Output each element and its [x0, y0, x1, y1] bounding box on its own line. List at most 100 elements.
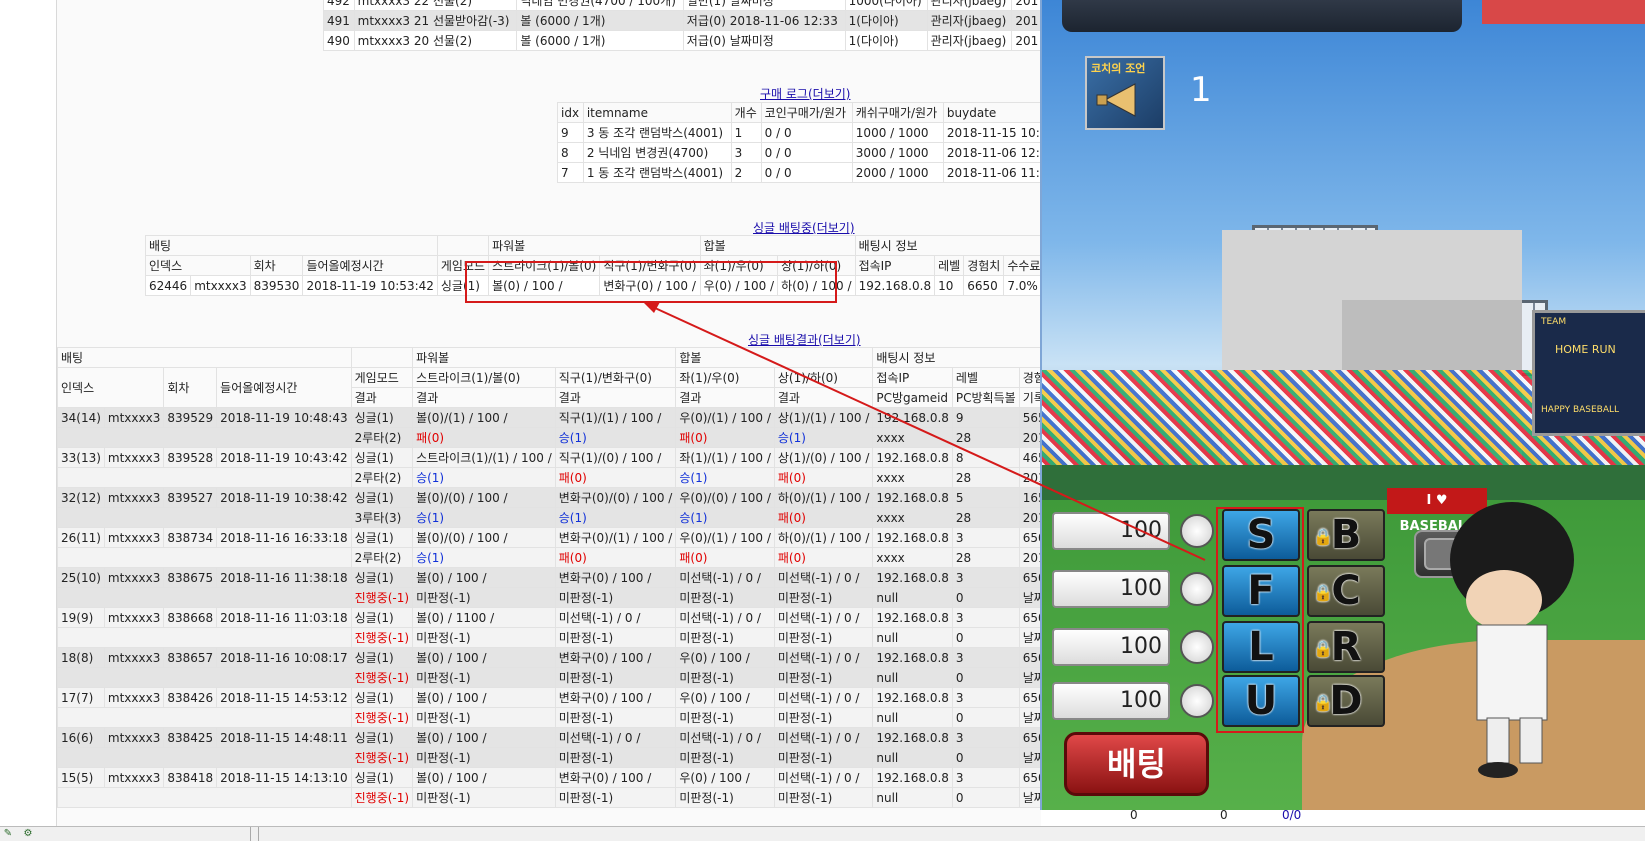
lock-icon: 🔒 [1313, 693, 1333, 712]
table-row: 491 mtxxxx3 21 선물받아감(-3) 볼 (6000 / 1개) 저급(0… [323, 10, 1043, 31]
table-cell: 839527 [163, 487, 218, 508]
bet-amount-field-4[interactable]: 100 [1052, 682, 1170, 720]
table-header-cell: 상(1)/하(0) [773, 367, 874, 388]
table-cell: 28 [951, 547, 1020, 568]
table-cell: 490 [323, 30, 355, 51]
table-cell: 839528 [163, 447, 218, 468]
table-cell [57, 547, 352, 568]
table-header-row: idx itemname 개수 코인구매가/원가 캐쉬구매가/원가 buydate [557, 102, 1048, 123]
table-cell [57, 467, 352, 488]
table-cell: 2루타(2) [350, 467, 414, 488]
table-cell: 2 [730, 162, 762, 183]
table-row-result: 2루타(2)승(1)패(0)패(0)패(0)xxxx282018-1 [57, 547, 1071, 568]
table-header-cell: 회차 [249, 255, 304, 276]
purchase-log-link[interactable]: 구매 로그(더보기) [760, 85, 850, 102]
table-cell: 볼(0)/(0) / 100 / [412, 487, 556, 508]
table-cell: 33(13) [57, 447, 105, 468]
table-cell: 3 [951, 607, 1020, 628]
game-window: 코치의 조언 1 TEAM HOME RUN HAPPY BASEBALL I … [1040, 0, 1645, 810]
table-row: 492 mtxxxx3 22 선물(2) 닉네임 변경권(4700 / 100개) 일… [323, 0, 1043, 11]
table-cell: 5 [951, 487, 1020, 508]
table-row: 25(10) mtxxxx3 838675 2018-11-16 11:38:18 싱글… [57, 567, 1071, 588]
table-cell: xxxx [872, 507, 953, 528]
curveball-button[interactable]: 🔒 C [1307, 565, 1385, 617]
table-cell: 1(다이아) [844, 30, 928, 51]
baseball-icon [1180, 572, 1214, 606]
table-cell: null [872, 787, 953, 808]
bet-button[interactable]: 배팅 [1064, 732, 1209, 796]
table-cell: 0 [951, 587, 1020, 608]
table-cell: 싱글(1) [350, 447, 414, 468]
table-cell: 3 [951, 527, 1020, 548]
table-cell: 839530 [249, 275, 304, 296]
table-cell: 우(0)/(1) / 100 / [675, 527, 775, 548]
table-header-row: 인덱스 회차 들어올예정시간 게임모드 스트라이크(1)/볼(0) 직구(1)/변화구(0… [56, 367, 1071, 408]
table-group-header-cell: 파워볼 [412, 347, 677, 368]
table-row: 490 mtxxxx3 20 선물(2) 볼 (6000 / 1개) 저급(0) 날짜… [323, 30, 1043, 51]
table-cell: null [872, 747, 953, 768]
table-cell: 839529 [163, 407, 218, 428]
table-cell: mtxxxx3 22 선물(2) [353, 0, 518, 11]
table-cell: 미선택(-1) / 0 / [675, 567, 775, 588]
table-cell: mtxxxx3 [103, 567, 165, 588]
bet-amount-field-1[interactable]: 100 [1052, 512, 1170, 550]
coach-advice-label: 코치의 조언 [1091, 62, 1146, 75]
table-cell: 승(1) [675, 467, 775, 488]
table-cell: 2루타(2) [350, 427, 414, 448]
table-cell [57, 427, 352, 448]
table-cell: 2018-11-19 10:43:42 [216, 447, 352, 468]
table-header-cell: 경험치 [963, 255, 1005, 276]
table-cell: 838426 [163, 687, 218, 708]
bottom-value-2: 0 [1220, 808, 1228, 822]
bet-amount-field-2[interactable]: 100 [1052, 570, 1170, 608]
table-row-result: 진행중(-1) 미판정(-1) 미판정(-1) 미판정(-1) 미판정(-1) null 0… [57, 747, 1071, 768]
gift-log-table: 492 mtxxxx3 22 선물(2) 닉네임 변경권(4700 / 100개) 일… [323, 0, 1043, 51]
table-cell: 0 [951, 787, 1020, 808]
single-betting-link[interactable]: 싱글 배팅중(더보기) [753, 219, 855, 236]
table-cell: 변화구(0) / 100 / [554, 567, 677, 588]
right-button-label: R [1330, 624, 1362, 670]
table-header-cell: 좌(1)/우(0) [675, 367, 775, 388]
table-cell: 미판정(-1) [554, 707, 677, 728]
table-cell: mtxxxx3 [103, 607, 165, 628]
table-cell: 8 [557, 142, 584, 163]
table-cell: 201 [1011, 0, 1043, 11]
table-cell: 1(다이아) [844, 10, 928, 31]
highlight-box-picks [1216, 507, 1304, 733]
table-cell: 3 [951, 567, 1020, 588]
table-header-cell: 결과 [773, 387, 874, 408]
table-cell: 미판정(-1) [773, 587, 874, 608]
coach-advice-button[interactable]: 코치의 조언 [1085, 56, 1165, 130]
table-cell: 저급(0) 날짜미정 [682, 30, 846, 51]
bet-amount-field-3[interactable]: 100 [1052, 628, 1170, 666]
table-cell: xxxx [872, 547, 953, 568]
table-cell: 838734 [163, 527, 218, 548]
table-cell: 미선택(-1) / 0 / [675, 607, 775, 628]
table-cell: 3 동 조각 랜덤박스(4001) [582, 122, 732, 143]
ball-button-label: B [1330, 512, 1362, 558]
table-cell: 싱글(1) [350, 607, 414, 628]
table-cell: 상(1)/(1) / 100 / [773, 407, 874, 428]
table-cell: 34(14) [57, 407, 105, 428]
ball-button[interactable]: 🔒 B [1307, 509, 1385, 561]
table-cell: 관리자(jbaeg) [926, 30, 1013, 51]
table-cell: 우(0) / 100 / [675, 767, 775, 788]
table-row: 16(6) mtxxxx3 838425 2018-11-15 14:48:11 싱글(… [57, 727, 1071, 748]
bottom-value-3: 0/0 [1282, 808, 1302, 822]
table-group-header-cell: 합볼 [699, 235, 856, 256]
right-button[interactable]: 🔒 R [1307, 621, 1385, 673]
table-row: 32(12) mtxxxx3 839527 2018-11-19 10:38:42 싱글… [57, 487, 1071, 508]
table-cell: 192.168.0.8 [872, 767, 953, 788]
table-cell: 저급(0) 2018-11-06 12:33 [682, 10, 846, 31]
table-cell: 패(0) [675, 427, 775, 448]
single-result-link[interactable]: 싱글 배팅결과(더보기) [748, 331, 861, 348]
table-cell: 0 / 0 [760, 162, 853, 183]
table-cell: 미선택(-1) / 0 / [554, 607, 677, 628]
table-cell: 192.168.0.8 [872, 527, 953, 548]
table-cell: 우(0)/(1) / 100 / [675, 407, 775, 428]
table-cell: 싱글(1) [350, 687, 414, 708]
table-cell: mtxxxx3 [103, 527, 165, 548]
table-cell: 볼(0) / 100 / [412, 567, 556, 588]
table-header-cell: 접속IP [872, 367, 953, 388]
down-button[interactable]: 🔒 D [1307, 675, 1385, 727]
